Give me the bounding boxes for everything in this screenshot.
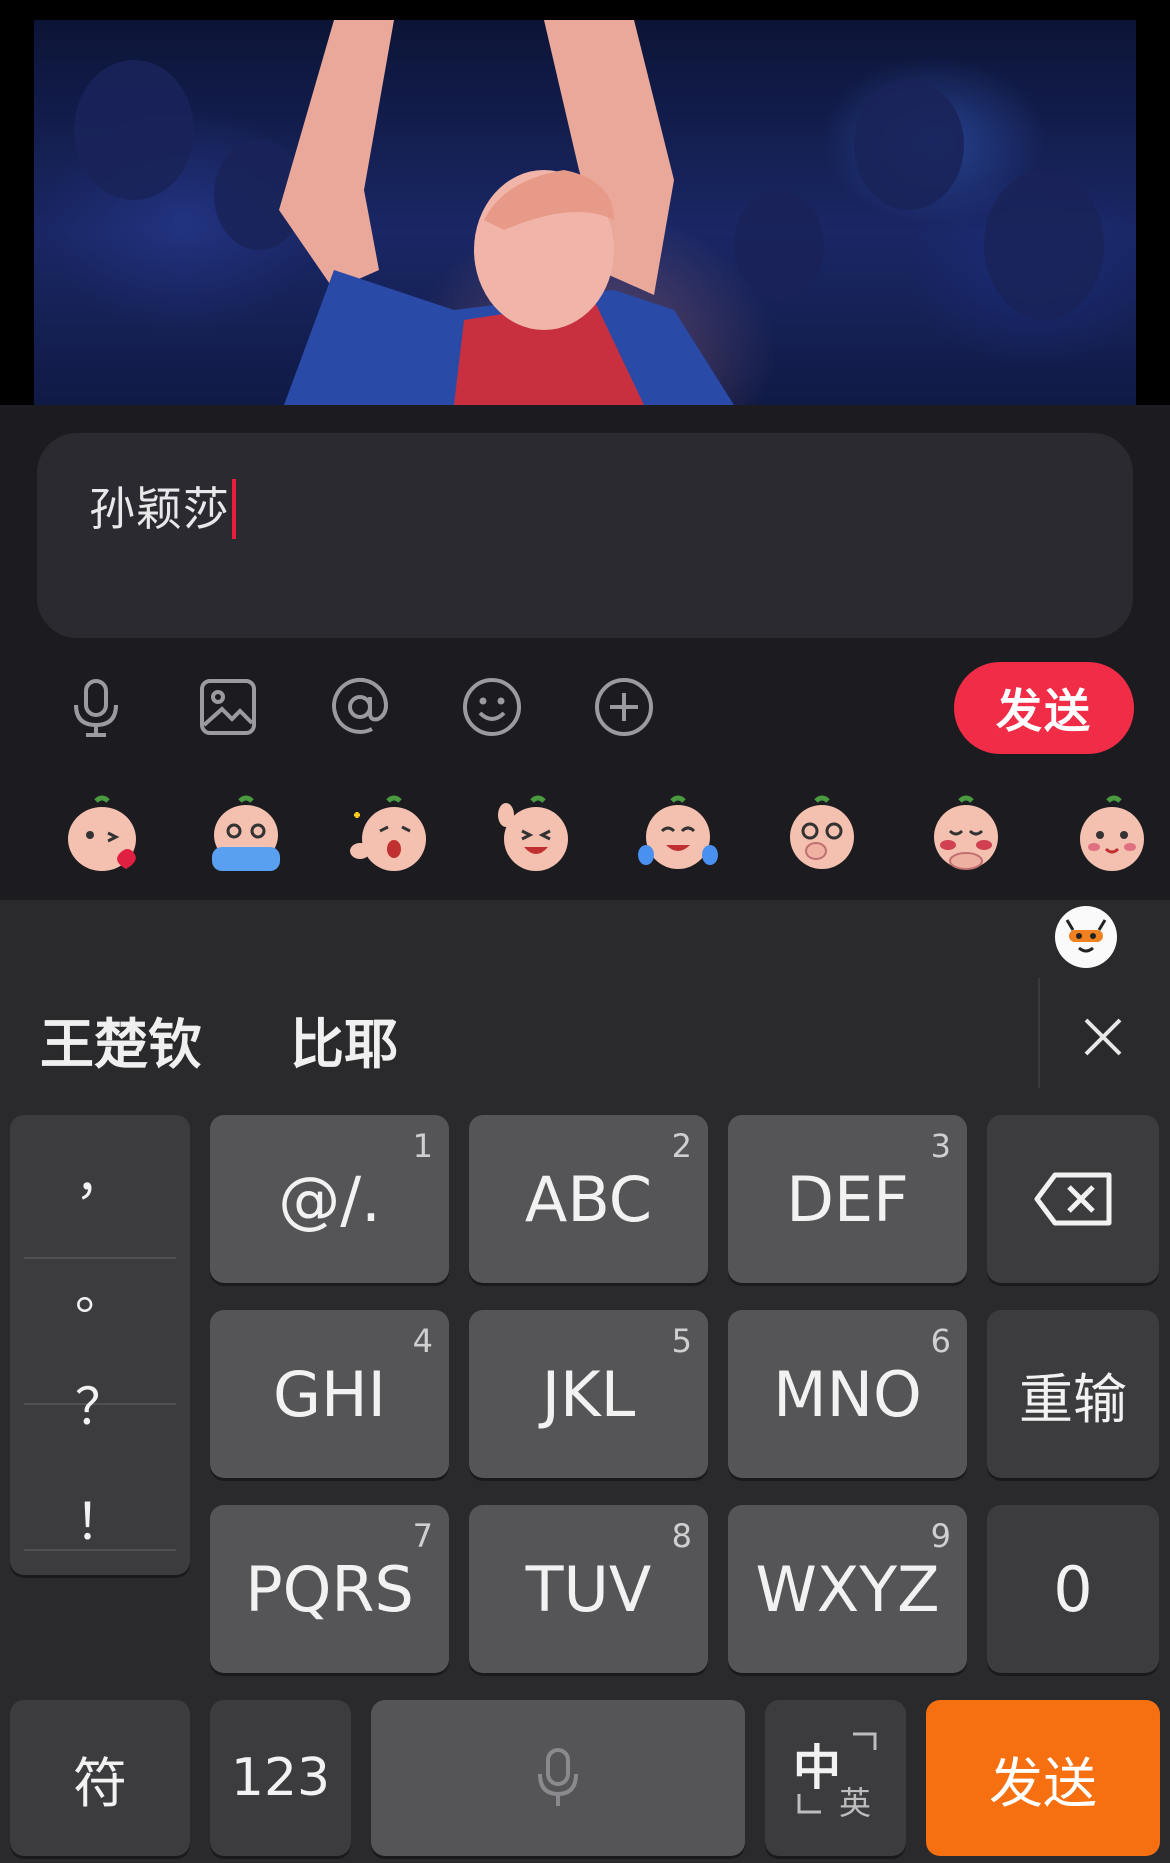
covering-mouth-sticker[interactable]	[780, 795, 864, 875]
smiling-sticker[interactable]	[1068, 795, 1152, 875]
candidate-word-2[interactable]: 比耶	[290, 1000, 398, 1079]
close-icon[interactable]	[1076, 1010, 1130, 1064]
text-caret	[232, 478, 236, 539]
send-button[interactable]: 发送	[954, 662, 1134, 754]
table-tennis-player-photo	[34, 20, 1136, 405]
punct-comma-key[interactable]: ，	[10, 1115, 190, 1230]
candidate-divider	[1038, 978, 1040, 1088]
at-icon[interactable]	[328, 675, 392, 739]
backspace-key[interactable]	[987, 1115, 1159, 1283]
punct-exclamation-key[interactable]: ！	[10, 1460, 190, 1575]
key-4[interactable]: GHI 4	[210, 1310, 449, 1478]
symbols-key[interactable]: 符	[10, 1700, 190, 1856]
emoji-icon[interactable]	[460, 675, 524, 739]
comment-input[interactable]: 孙颖莎	[37, 433, 1133, 638]
key-8[interactable]: TUV 8	[469, 1505, 708, 1673]
punctuation-column: ， 。 ？ ！	[10, 1115, 190, 1575]
shy-sticker[interactable]	[924, 795, 1008, 875]
key-1[interactable]: @/. 1	[210, 1115, 449, 1283]
keyboard-send-key[interactable]: 发送	[926, 1700, 1160, 1856]
key-2[interactable]: ABC 2	[469, 1115, 708, 1283]
microphone-icon	[538, 1748, 578, 1806]
kiss-sticker[interactable]	[60, 795, 144, 875]
keyboard-assistant-icon[interactable]	[1055, 906, 1117, 968]
comment-composer: 孙颖莎 发送	[0, 405, 1170, 900]
key-9[interactable]: WXYZ 9	[728, 1505, 967, 1673]
key-3[interactable]: DEF 3	[728, 1115, 967, 1283]
punct-question-key[interactable]: ？	[10, 1345, 190, 1460]
laughing-sticker[interactable]	[492, 795, 576, 875]
punct-period-key[interactable]: 。	[10, 1230, 190, 1345]
crying-sticker[interactable]	[204, 795, 288, 875]
language-switch-key[interactable]: 中 英	[765, 1700, 906, 1856]
surprised-sticker[interactable]	[348, 795, 432, 875]
language-switch-icon	[797, 1732, 877, 1814]
image-icon[interactable]	[196, 675, 260, 739]
key-0[interactable]: 0	[987, 1505, 1159, 1673]
key-6[interactable]: MNO 6	[728, 1310, 967, 1478]
candidate-word-1[interactable]: 王楚钦	[40, 1000, 202, 1079]
video-frame[interactable]	[0, 0, 1170, 405]
numeric-key[interactable]: 123	[210, 1700, 351, 1856]
space-key[interactable]	[371, 1700, 745, 1856]
ime-keyboard: 王楚钦 比耶 ， 。 ？ ！ @/. 1 ABC 2 DEF 3 GHI 4 J…	[0, 900, 1170, 1863]
key-7[interactable]: PQRS 7	[210, 1505, 449, 1673]
reinput-key[interactable]: 重输	[987, 1310, 1159, 1478]
tears-of-joy-sticker[interactable]	[636, 795, 720, 875]
backspace-icon	[1034, 1172, 1112, 1226]
microphone-icon[interactable]	[64, 675, 128, 739]
comment-input-text: 孙颖莎	[89, 482, 230, 536]
key-5[interactable]: JKL 5	[469, 1310, 708, 1478]
plus-icon[interactable]	[592, 675, 656, 739]
